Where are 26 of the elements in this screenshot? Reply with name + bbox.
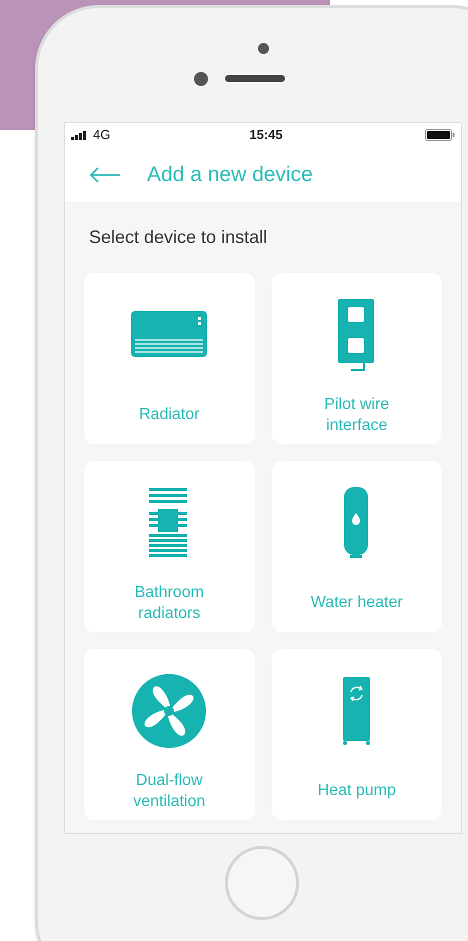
device-card[interactable]: Heat pump [272, 649, 442, 820]
section-title: Select device to install [88, 226, 268, 249]
device-card[interactable]: Dual-flow ventilation [84, 649, 254, 820]
speaker-slot [225, 75, 285, 82]
device-label: Heat pump [316, 781, 397, 801]
fan-icon [132, 674, 206, 748]
clock: 15:45 [248, 126, 284, 144]
device-card[interactable]: Radiator [84, 273, 254, 444]
towel-radiator-icon [149, 488, 190, 558]
device-card[interactable]: Bathroom radiators [84, 461, 254, 632]
page-title: Add a new device [147, 162, 313, 188]
back-arrow-icon[interactable] [89, 166, 121, 182]
radiator-icon [131, 311, 208, 359]
wall-box-icon [338, 299, 376, 371]
device-card[interactable]: Pilot wire interface [272, 273, 442, 444]
device-label: Radiator [138, 405, 200, 425]
battery-icon [425, 129, 455, 141]
water-heater-icon [344, 487, 370, 559]
device-label: Water heater [310, 593, 404, 613]
device-label: Dual-flow ventilation [132, 770, 206, 812]
heat-pump-icon [342, 677, 371, 745]
signal-icon [71, 130, 89, 140]
device-card[interactable]: Water heater [272, 461, 442, 632]
network-type: 4G [93, 126, 110, 144]
device-label: Pilot wire interface [323, 394, 390, 436]
device-label: Bathroom radiators [134, 582, 205, 624]
